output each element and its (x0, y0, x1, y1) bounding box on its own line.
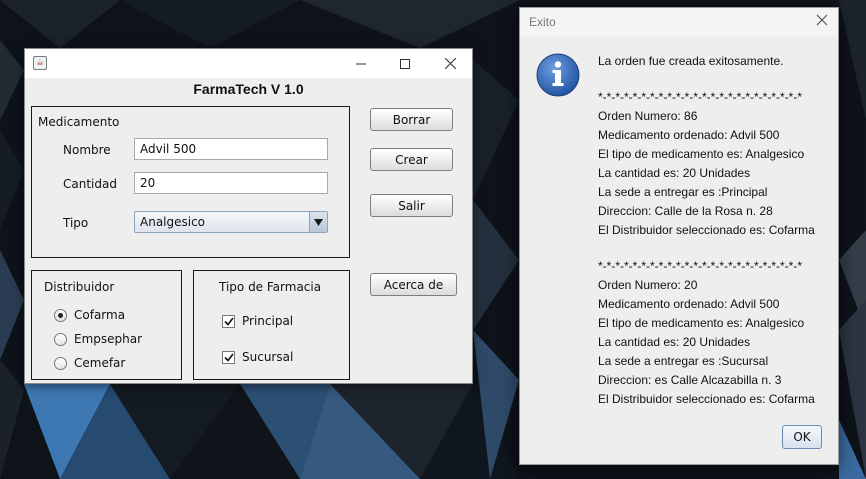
checkbox-checked[interactable] (222, 350, 235, 364)
checkbox-checked[interactable] (222, 314, 235, 328)
farmatech-window: ☕ FarmaTech V 1.0 Medicamento Nombre Can… (24, 48, 473, 384)
tipo-label: Tipo (63, 216, 89, 230)
tipo-combobox[interactable]: Analgesico (134, 211, 328, 233)
message-line: La cantidad es: 20 Unidades (598, 335, 751, 349)
cantidad-label: Cantidad (63, 177, 117, 191)
distribuidor-group-title: Distribuidor (44, 280, 115, 294)
tipo-farmacia-group: Tipo de Farmacia Principal Sucursal (193, 270, 350, 380)
medicamento-group-title: Medicamento (38, 115, 120, 129)
radio-button[interactable] (54, 332, 67, 346)
message-line: La sede a entregar es :Sucursal (598, 354, 769, 368)
close-icon (444, 58, 456, 69)
radio-cemefar-label: Cemefar (74, 356, 126, 370)
message-line: Orden Numero: 20 (598, 278, 698, 292)
tipo-farmacia-group-title: Tipo de Farmacia (219, 280, 322, 294)
message-line: La cantidad es: 20 Unidades (598, 166, 751, 180)
message-separator: *-*-*-*-*-*-*-*-*-*-*-*-*-*-*-*-*-*-*-*-… (598, 90, 802, 104)
maximize-icon (400, 58, 410, 69)
exito-dialog: Exito La orden fue creada exitosamente. … (519, 7, 839, 465)
message-line: Orden Numero: 86 (598, 109, 698, 123)
radio-empsephar[interactable]: Empsephar (54, 332, 142, 346)
chevron-down-icon[interactable] (309, 212, 327, 232)
checkbox-principal-label: Principal (242, 314, 294, 328)
tipo-selected-value: Analgesico (140, 215, 206, 229)
app-title: FarmaTech V 1.0 (193, 81, 304, 97)
salir-button[interactable]: Salir (370, 194, 453, 217)
distribuidor-group: Distribuidor Cofarma Empsephar Cemefar (31, 270, 182, 380)
checkbox-principal[interactable]: Principal (222, 314, 293, 328)
close-button[interactable] (427, 49, 473, 78)
radio-cofarma[interactable]: Cofarma (54, 308, 125, 322)
information-icon (536, 53, 580, 97)
minimize-button[interactable] (338, 49, 384, 78)
message-line: Direccion: Calle de la Rosa n. 28 (598, 204, 773, 218)
message-line: Direccion: es Calle Alcazabilla n. 3 (598, 373, 782, 387)
checkbox-sucursal[interactable]: Sucursal (222, 350, 293, 364)
cantidad-input[interactable] (134, 172, 328, 194)
ok-button[interactable]: OK (782, 425, 822, 449)
message-line: El tipo de medicamento es: Analgesico (598, 316, 805, 330)
radio-cemefar[interactable]: Cemefar (54, 356, 125, 370)
message-line: El tipo de medicamento es: Analgesico (598, 147, 805, 161)
radio-button-selected[interactable] (54, 308, 67, 322)
checkmark-icon (223, 317, 234, 326)
message-line: El Distribuidor seleccionado es: Cofarma (598, 392, 815, 406)
message-line: El Distribuidor seleccionado es: Cofarma (598, 223, 815, 237)
window-titlebar[interactable]: ☕ (25, 49, 472, 78)
message-line: La orden fue creada exitosamente. (598, 54, 784, 68)
medicamento-group: Medicamento Nombre Cantidad Tipo Analges… (31, 106, 350, 258)
crear-button[interactable]: Crear (370, 148, 453, 171)
radio-cofarma-label: Cofarma (74, 308, 126, 322)
message-separator: *-*-*-*-*-*-*-*-*-*-*-*-*-*-*-*-*-*-*-*-… (598, 259, 802, 273)
nombre-input[interactable] (134, 138, 328, 160)
nombre-label: Nombre (63, 143, 111, 157)
java-app-icon: ☕ (33, 56, 47, 70)
checkmark-icon (223, 353, 234, 362)
message-line: Medicamento ordenado: Advil 500 (598, 128, 780, 142)
borrar-button[interactable]: Borrar (370, 108, 453, 131)
radio-empsephar-label: Empsephar (74, 332, 143, 346)
dialog-title: Exito (529, 15, 556, 29)
message-line: Medicamento ordenado: Advil 500 (598, 297, 780, 311)
dialog-titlebar[interactable]: Exito (520, 8, 838, 36)
message-line: La sede a entregar es :Principal (598, 185, 768, 199)
acerca-de-button[interactable]: Acerca de (370, 273, 457, 296)
maximize-button[interactable] (382, 49, 428, 78)
radio-button[interactable] (54, 356, 67, 370)
dialog-close-button[interactable] (816, 14, 830, 28)
close-icon (816, 14, 828, 26)
checkbox-sucursal-label: Sucursal (242, 350, 294, 364)
minimize-icon (356, 63, 366, 64)
